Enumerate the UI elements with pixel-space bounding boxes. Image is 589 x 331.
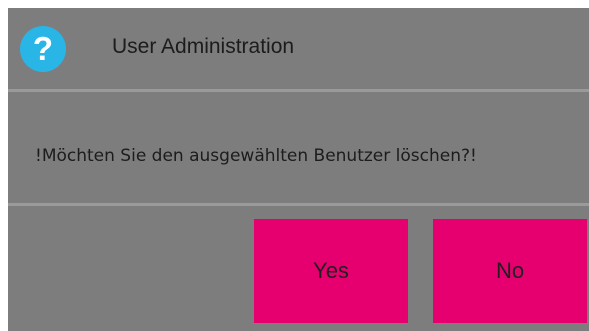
no-button[interactable]: No xyxy=(433,219,587,323)
dialog-message: !Möchten Sie den ausgewählten Benutzer l… xyxy=(35,146,477,166)
yes-button[interactable]: Yes xyxy=(254,219,408,323)
dialog-title: User Administration xyxy=(112,35,295,58)
help-icon: ? xyxy=(20,26,66,72)
confirm-dialog: ? User Administration !Möchten Sie den a… xyxy=(8,8,589,331)
title-divider xyxy=(8,89,589,92)
button-divider xyxy=(8,203,589,206)
dialog-titlebar: ? User Administration xyxy=(8,8,589,88)
no-button-label: No xyxy=(495,258,525,283)
yes-button-label: Yes xyxy=(313,258,349,283)
